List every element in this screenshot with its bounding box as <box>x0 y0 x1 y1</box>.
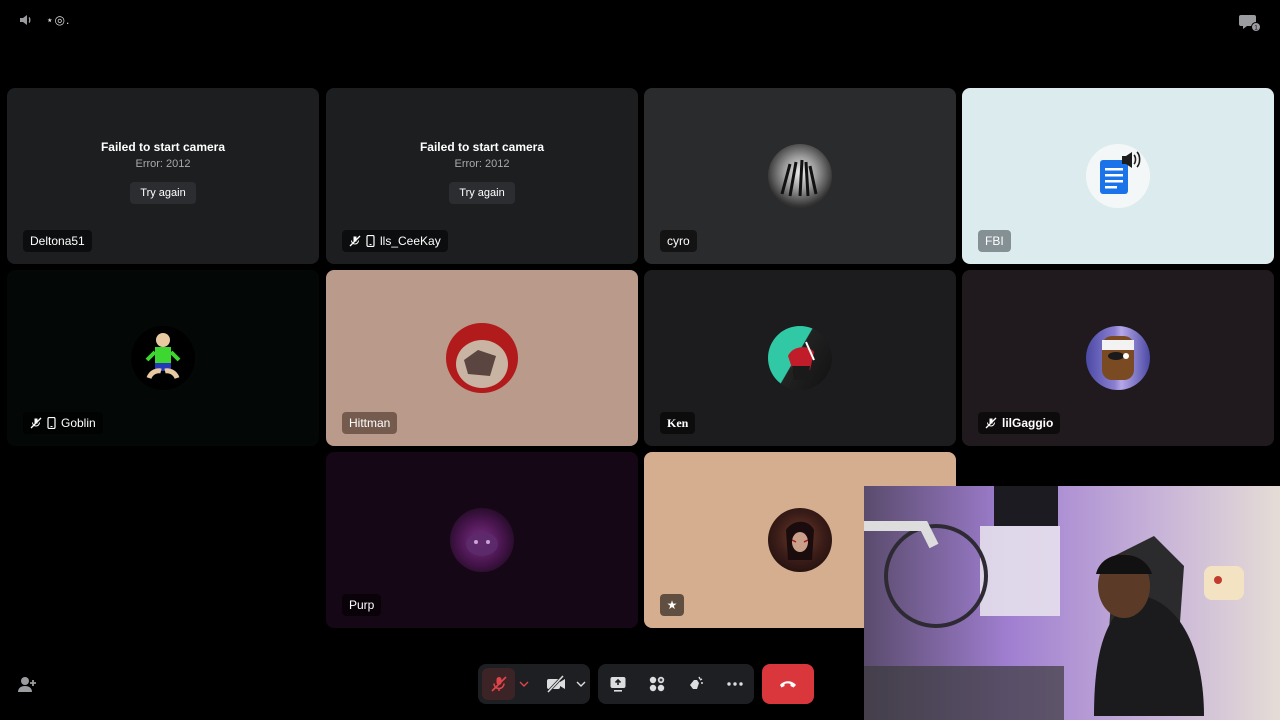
activities-button[interactable] <box>639 664 675 704</box>
participant-tile[interactable]: Failed to start camera Error: 2012 Try a… <box>326 88 638 264</box>
nameplate: ★ <box>660 594 684 616</box>
camera-error-code: Error: 2012 <box>135 158 191 170</box>
channel-status: ⋆◎. <box>46 13 71 27</box>
try-again-button[interactable]: Try again <box>130 182 196 204</box>
participant-tile[interactable]: Hittman <box>326 270 638 446</box>
participant-name: Goblin <box>61 416 96 430</box>
call-controls <box>478 664 814 704</box>
top-bar: ⋆◎. 1 <box>0 0 1280 44</box>
avatar <box>131 326 195 390</box>
avatar <box>444 320 520 394</box>
nameplate: Purp <box>342 594 382 616</box>
participant-tile[interactable]: lilGaggio <box>962 270 1274 446</box>
top-left-controls: ⋆◎. <box>18 12 70 28</box>
speaker-icon[interactable] <box>18 12 34 28</box>
participant-tile[interactable]: cyro <box>644 88 956 264</box>
avatar <box>768 326 832 390</box>
mic-muted-icon <box>985 417 997 429</box>
participant-name: lilGaggio <box>1002 416 1054 430</box>
participant-name: ★ <box>666 598 678 612</box>
actions-group <box>598 664 754 704</box>
camera-toggle-button[interactable] <box>539 664 572 704</box>
nameplate: lls_CeeKay <box>342 230 448 252</box>
nameplate: Hittman <box>342 412 398 434</box>
avatar <box>1086 144 1150 208</box>
nameplate: Ken <box>660 412 696 434</box>
participant-name: FBI <box>985 234 1004 248</box>
try-again-button[interactable]: Try again <box>449 182 515 204</box>
mic-muted-icon <box>349 235 361 247</box>
camera-error: Failed to start camera Error: 2012 Try a… <box>7 140 319 204</box>
camera-error-title: Failed to start camera <box>100 140 226 154</box>
avatar <box>768 144 832 208</box>
camera-error: Failed to start camera Error: 2012 Try a… <box>326 140 638 204</box>
participant-name: Deltona51 <box>30 234 85 248</box>
soundboard-button[interactable] <box>678 664 714 704</box>
nameplate: Goblin <box>23 412 103 434</box>
participant-name: Purp <box>349 598 375 612</box>
mobile-icon <box>47 417 56 429</box>
avatar <box>1086 326 1150 390</box>
participant-tile[interactable]: FBI <box>962 88 1274 264</box>
camera-options-chevron-icon[interactable] <box>572 664 590 704</box>
avatar <box>450 508 514 572</box>
participant-name: Ken <box>667 415 689 430</box>
more-options-button[interactable] <box>717 664 753 704</box>
participant-tile[interactable]: Goblin <box>7 270 319 446</box>
inbox-icon[interactable]: 1 <box>1238 12 1262 34</box>
avatar <box>768 508 832 572</box>
camera-error-title: Failed to start camera <box>419 140 545 154</box>
webcam-overlay <box>864 486 1280 720</box>
invite-icon[interactable] <box>16 674 38 696</box>
screen-share-button[interactable] <box>600 664 636 704</box>
participant-tile[interactable]: Failed to start camera Error: 2012 Try a… <box>7 88 319 264</box>
mic-toggle-button[interactable] <box>482 668 516 700</box>
participant-name: cyro <box>667 234 690 248</box>
camera-error-code: Error: 2012 <box>454 158 510 170</box>
mic-camera-group <box>478 664 590 704</box>
mobile-icon <box>366 235 375 247</box>
mic-options-chevron-icon[interactable] <box>515 664 533 704</box>
nameplate: lilGaggio <box>978 412 1061 434</box>
participant-name: lls_CeeKay <box>380 234 441 248</box>
participant-tile[interactable]: Purp <box>326 452 638 628</box>
nameplate: Deltona51 <box>23 230 92 252</box>
nameplate: cyro <box>660 230 697 252</box>
participant-name: Hittman <box>349 416 391 430</box>
nameplate: FBI <box>978 230 1011 252</box>
mic-muted-icon <box>30 417 42 429</box>
participant-tile[interactable]: Ken <box>644 270 956 446</box>
disconnect-button[interactable] <box>762 664 814 704</box>
